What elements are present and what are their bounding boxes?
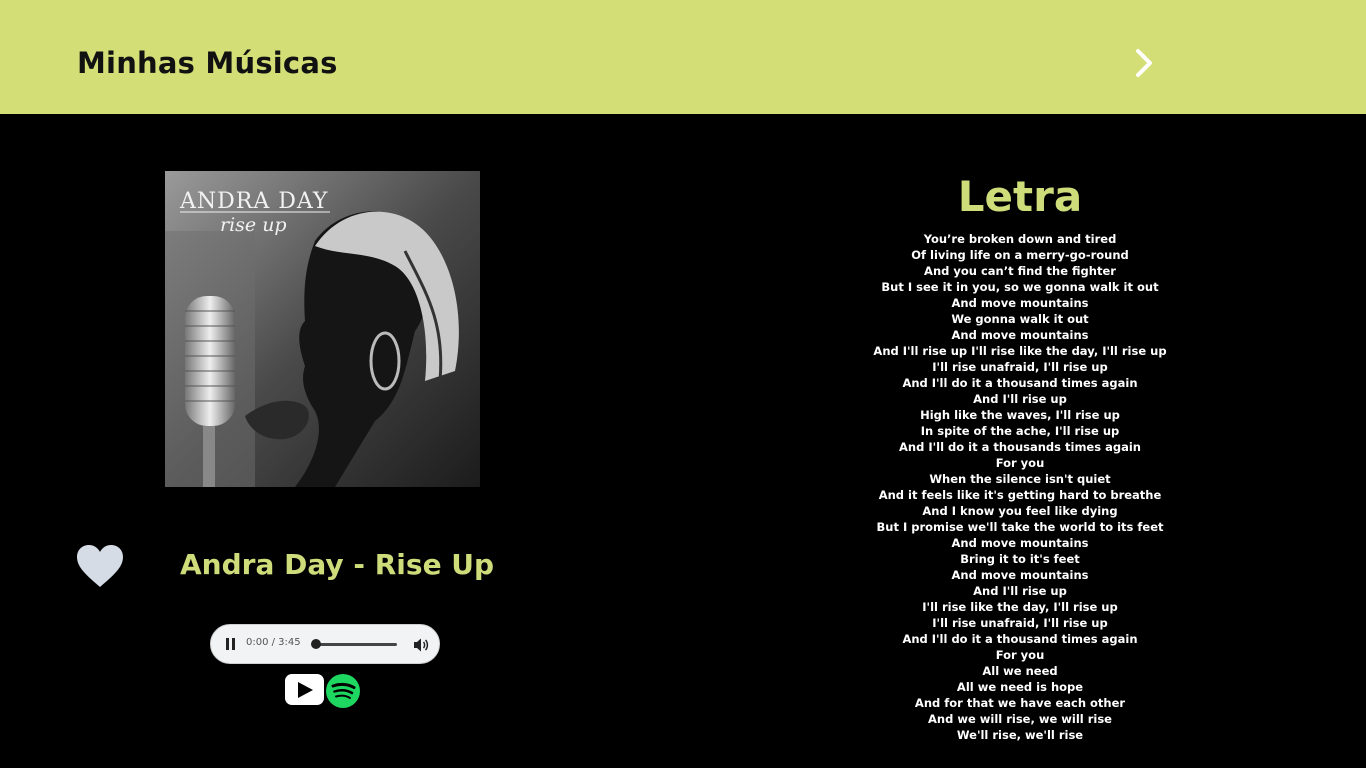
lyric-line: And I'll rise up xyxy=(973,584,1067,598)
progress-knob[interactable] xyxy=(311,639,321,649)
lyric-line: In spite of the ache, I'll rise up xyxy=(920,424,1120,438)
lyric-line: When the silence isn't quiet xyxy=(929,472,1111,486)
lyrics-heading: Letra xyxy=(957,172,1083,221)
lyric-line: Bring it to it's feet xyxy=(960,552,1080,566)
lyric-line: And move mountains xyxy=(951,568,1089,582)
lyric-line: And I'll do it a thousand times again xyxy=(902,632,1138,646)
lyric-line: And you can’t find the fighter xyxy=(924,264,1116,278)
lyric-line: High like the waves, I'll rise up xyxy=(920,408,1120,422)
lyric-line: We gonna walk it out xyxy=(951,312,1089,326)
lyric-line: Of living life on a merry-go-round xyxy=(911,248,1129,262)
heart-icon[interactable] xyxy=(76,544,124,588)
lyric-line: All we need xyxy=(982,664,1058,678)
lyric-line: And I'll do it a thousands times again xyxy=(899,440,1141,454)
audio-player[interactable]: 0:00 / 3:45 xyxy=(210,624,440,664)
lyric-line: You’re broken down and tired xyxy=(923,232,1117,246)
pause-button[interactable] xyxy=(225,638,237,652)
lyric-line: And we will rise, we will rise xyxy=(928,712,1112,726)
lyric-line: And it feels like it's getting hard to b… xyxy=(878,488,1162,502)
lyric-line: For you xyxy=(995,648,1045,662)
lyric-line: And move mountains xyxy=(951,296,1089,310)
playback-time: 0:00 / 3:45 xyxy=(246,637,301,648)
lyric-line: And move mountains xyxy=(951,536,1089,550)
spotify-icon[interactable] xyxy=(326,674,360,708)
volume-icon[interactable] xyxy=(413,637,429,653)
lyric-line: I'll rise unafraid, I'll rise up xyxy=(932,616,1108,630)
lyric-line: And I'll do it a thousand times again xyxy=(902,376,1138,390)
youtube-icon[interactable] xyxy=(285,674,324,705)
lyric-line: I'll rise like the day, I'll rise up xyxy=(922,600,1118,614)
lyric-line: And move mountains xyxy=(951,328,1089,342)
progress-slider[interactable] xyxy=(311,639,397,649)
lyric-line: All we need is hope xyxy=(956,680,1084,694)
lyric-line: But I see it in you, so we gonna walk it… xyxy=(881,280,1159,294)
top-bar: Minhas Músicas xyxy=(0,0,1366,114)
lyric-line: But I promise we'll take the world to it… xyxy=(876,520,1164,534)
lyric-line: And I know you feel like dying xyxy=(922,504,1118,518)
cover-artist: ANDRA DAY xyxy=(179,189,328,214)
cover-album: rise up xyxy=(220,214,287,236)
lyric-line: And for that we have each other xyxy=(914,696,1126,710)
song-title: Andra Day - Rise Up xyxy=(180,548,495,581)
lyric-line: I'll rise unafraid, I'll rise up xyxy=(932,360,1108,374)
lyric-line: And I'll rise up I'll rise like the day,… xyxy=(873,344,1167,358)
lyric-line: We'll rise, we'll rise xyxy=(956,728,1084,742)
chevron-right-icon[interactable] xyxy=(1128,44,1162,82)
lyric-line: And I'll rise up xyxy=(973,392,1067,406)
album-cover: ANDRA DAY rise up xyxy=(165,171,480,487)
lyric-line: For you xyxy=(995,456,1045,470)
lyrics-list: You’re broken down and tired Of living li… xyxy=(820,231,1220,743)
page-title: Minhas Músicas xyxy=(77,46,338,80)
